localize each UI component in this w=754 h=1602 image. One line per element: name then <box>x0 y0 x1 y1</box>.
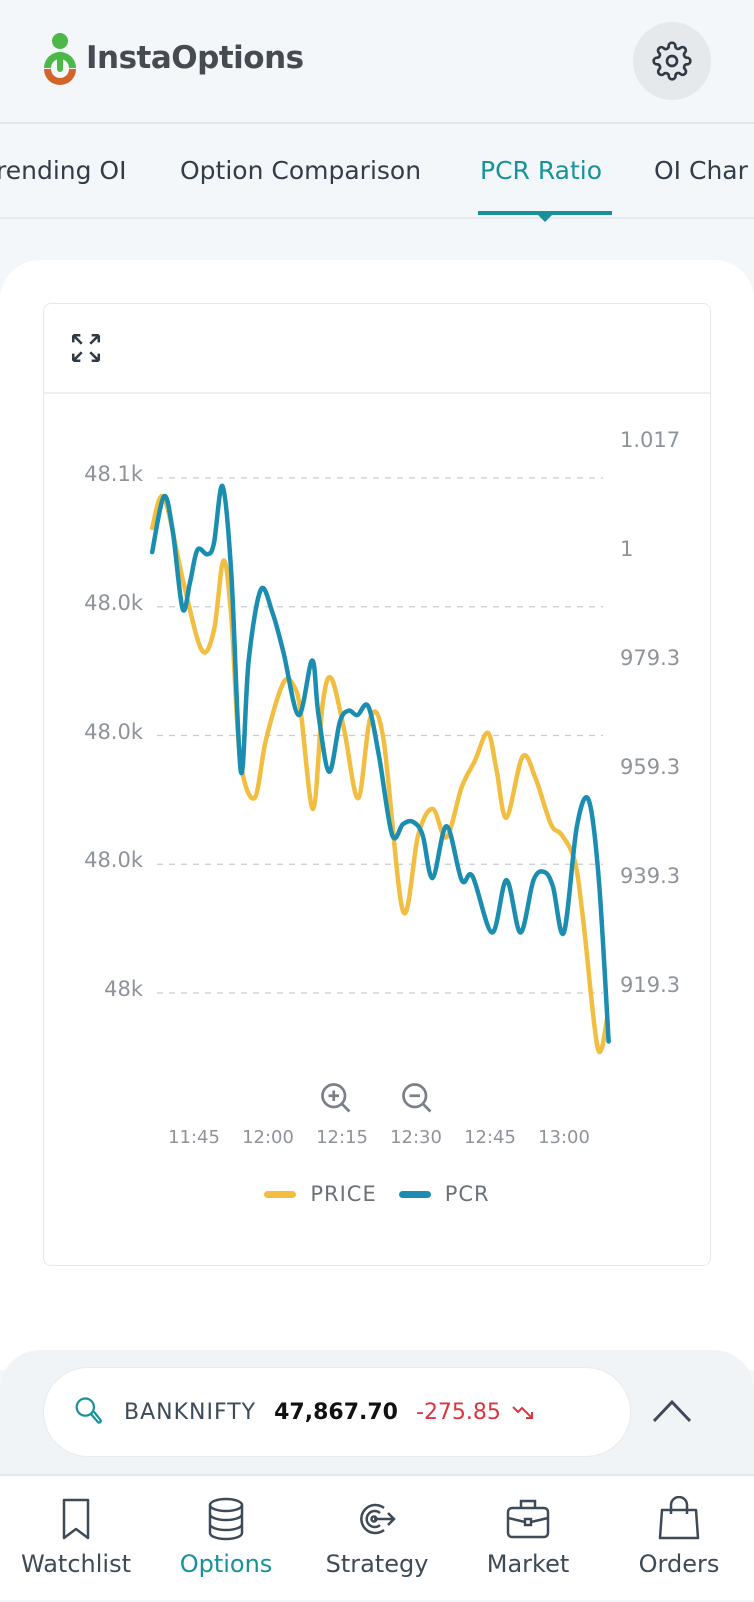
y-left-tick-label: 48.0k <box>84 719 143 744</box>
zoom-out-icon[interactable] <box>399 1080 435 1116</box>
ticker-price: 47,867.70 <box>274 1399 398 1425</box>
x-tick-label: 12:45 <box>464 1127 516 1148</box>
bookmark-icon <box>62 1498 90 1540</box>
target-icon <box>360 1503 396 1535</box>
legend-item-pcr[interactable]: PCR <box>398 1182 490 1206</box>
app-logo-icon <box>44 33 76 85</box>
ticker-change: -275.85 <box>416 1399 501 1425</box>
expand-icon[interactable] <box>69 331 103 365</box>
nav-watchlist[interactable]: Watchlist <box>1 1476 151 1602</box>
legend-swatch-pcr <box>398 1190 431 1198</box>
nav-label: Strategy <box>325 1550 429 1578</box>
y-left-tick-label: 48.0k <box>84 848 143 873</box>
nav-orders[interactable]: Orders <box>604 1476 754 1602</box>
nav-market[interactable]: Market <box>453 1476 603 1602</box>
nav-label: Market <box>486 1550 570 1578</box>
nav-options[interactable]: Options <box>151 1476 301 1602</box>
legend-swatch-price <box>264 1190 297 1198</box>
nav-label: Watchlist <box>21 1550 131 1578</box>
nav-strategy[interactable]: Strategy <box>302 1476 452 1602</box>
nav-label: Orders <box>638 1550 720 1578</box>
trend-down-icon <box>512 1406 533 1419</box>
y-right-tick-label: 919.3 <box>620 973 681 997</box>
x-tick-label: 12:15 <box>316 1127 368 1148</box>
y-right-tick-label: 959.3 <box>620 755 681 779</box>
settings-button[interactable] <box>633 22 711 100</box>
active-tab-caret <box>537 214 553 222</box>
y-left-tick-label: 48.0k <box>84 590 143 615</box>
x-tick-label: 13:00 <box>538 1127 590 1148</box>
y-right-tick-label: 1.017 <box>620 428 681 452</box>
y-right-tick-label: 939.3 <box>620 864 681 888</box>
tab-pcr-ratio[interactable]: PCR Ratio <box>480 156 602 185</box>
y-left-tick-label: 48.1k <box>84 462 143 486</box>
x-tick-label: 12:00 <box>242 1127 294 1148</box>
zoom-in-icon[interactable] <box>318 1080 354 1116</box>
symbol-search-bar[interactable]: BANKNIFTY 47,867.70 -275.85 <box>43 1367 631 1457</box>
ticker-symbol: BANKNIFTY <box>124 1399 257 1425</box>
chart-legend: PRICE PCR <box>0 1182 754 1206</box>
chart-card <box>43 303 711 1266</box>
chevron-up-icon[interactable] <box>650 1396 694 1426</box>
tab-oi-chart[interactable]: OI Char <box>654 156 748 185</box>
search-icon <box>75 1397 102 1424</box>
bottom-nav: Watchlist Options Strategy Market Orders <box>0 1474 754 1600</box>
y-left-tick-label: 48k <box>104 977 143 1001</box>
x-tick-label: 11:45 <box>168 1127 220 1148</box>
tab-option-comparison[interactable]: Option Comparison <box>180 156 421 185</box>
tab-bar: rending OI Option Comparison PCR Ratio O… <box>0 126 754 219</box>
y-right-tick-label: 979.3 <box>620 646 681 670</box>
database-icon <box>208 1497 244 1541</box>
nav-label: Options <box>179 1550 273 1578</box>
tab-trending-oi[interactable]: rending OI <box>0 156 126 185</box>
legend-label: PCR <box>444 1182 490 1206</box>
legend-label: PRICE <box>310 1182 377 1206</box>
shopping-bag-icon <box>658 1496 700 1540</box>
briefcase-icon <box>506 1499 550 1539</box>
gear-icon <box>652 41 692 81</box>
legend-item-price[interactable]: PRICE <box>264 1182 376 1206</box>
x-tick-label: 12:30 <box>390 1127 442 1148</box>
app-title: InstaOptions <box>86 40 304 76</box>
chart-divider <box>44 392 710 394</box>
y-right-tick-label: 1 <box>620 537 634 561</box>
